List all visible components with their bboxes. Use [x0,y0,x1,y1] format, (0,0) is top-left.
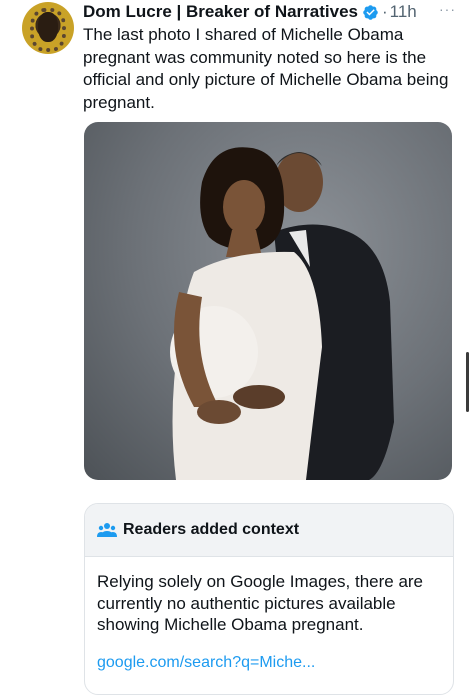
more-options-icon[interactable]: ··· [439,1,456,17]
verified-badge-icon [363,4,378,20]
tweet-header: Dom Lucre | Breaker of Narratives · 11h [83,1,417,23]
community-note-link[interactable]: google.com/search?q=Miche... [97,654,315,672]
separator-dot: · [381,2,388,21]
community-note-title: Readers added context [123,521,300,538]
community-note: Readers added context Relying solely on … [84,503,454,695]
author-name[interactable]: Dom Lucre | Breaker of Narratives [83,2,358,22]
photo-illustration [170,147,394,480]
tweet-text: The last photo I shared of Michelle Obam… [83,25,449,112]
tweet-image[interactable] [84,122,452,480]
avatar[interactable] [22,2,74,54]
avatar-face [38,12,58,42]
people-icon [97,523,117,537]
post-time[interactable]: 11h [390,2,417,22]
scrollbar[interactable] [466,352,469,412]
community-note-header: Readers added context [85,504,453,557]
community-note-body: Relying solely on Google Images, there a… [97,572,424,634]
